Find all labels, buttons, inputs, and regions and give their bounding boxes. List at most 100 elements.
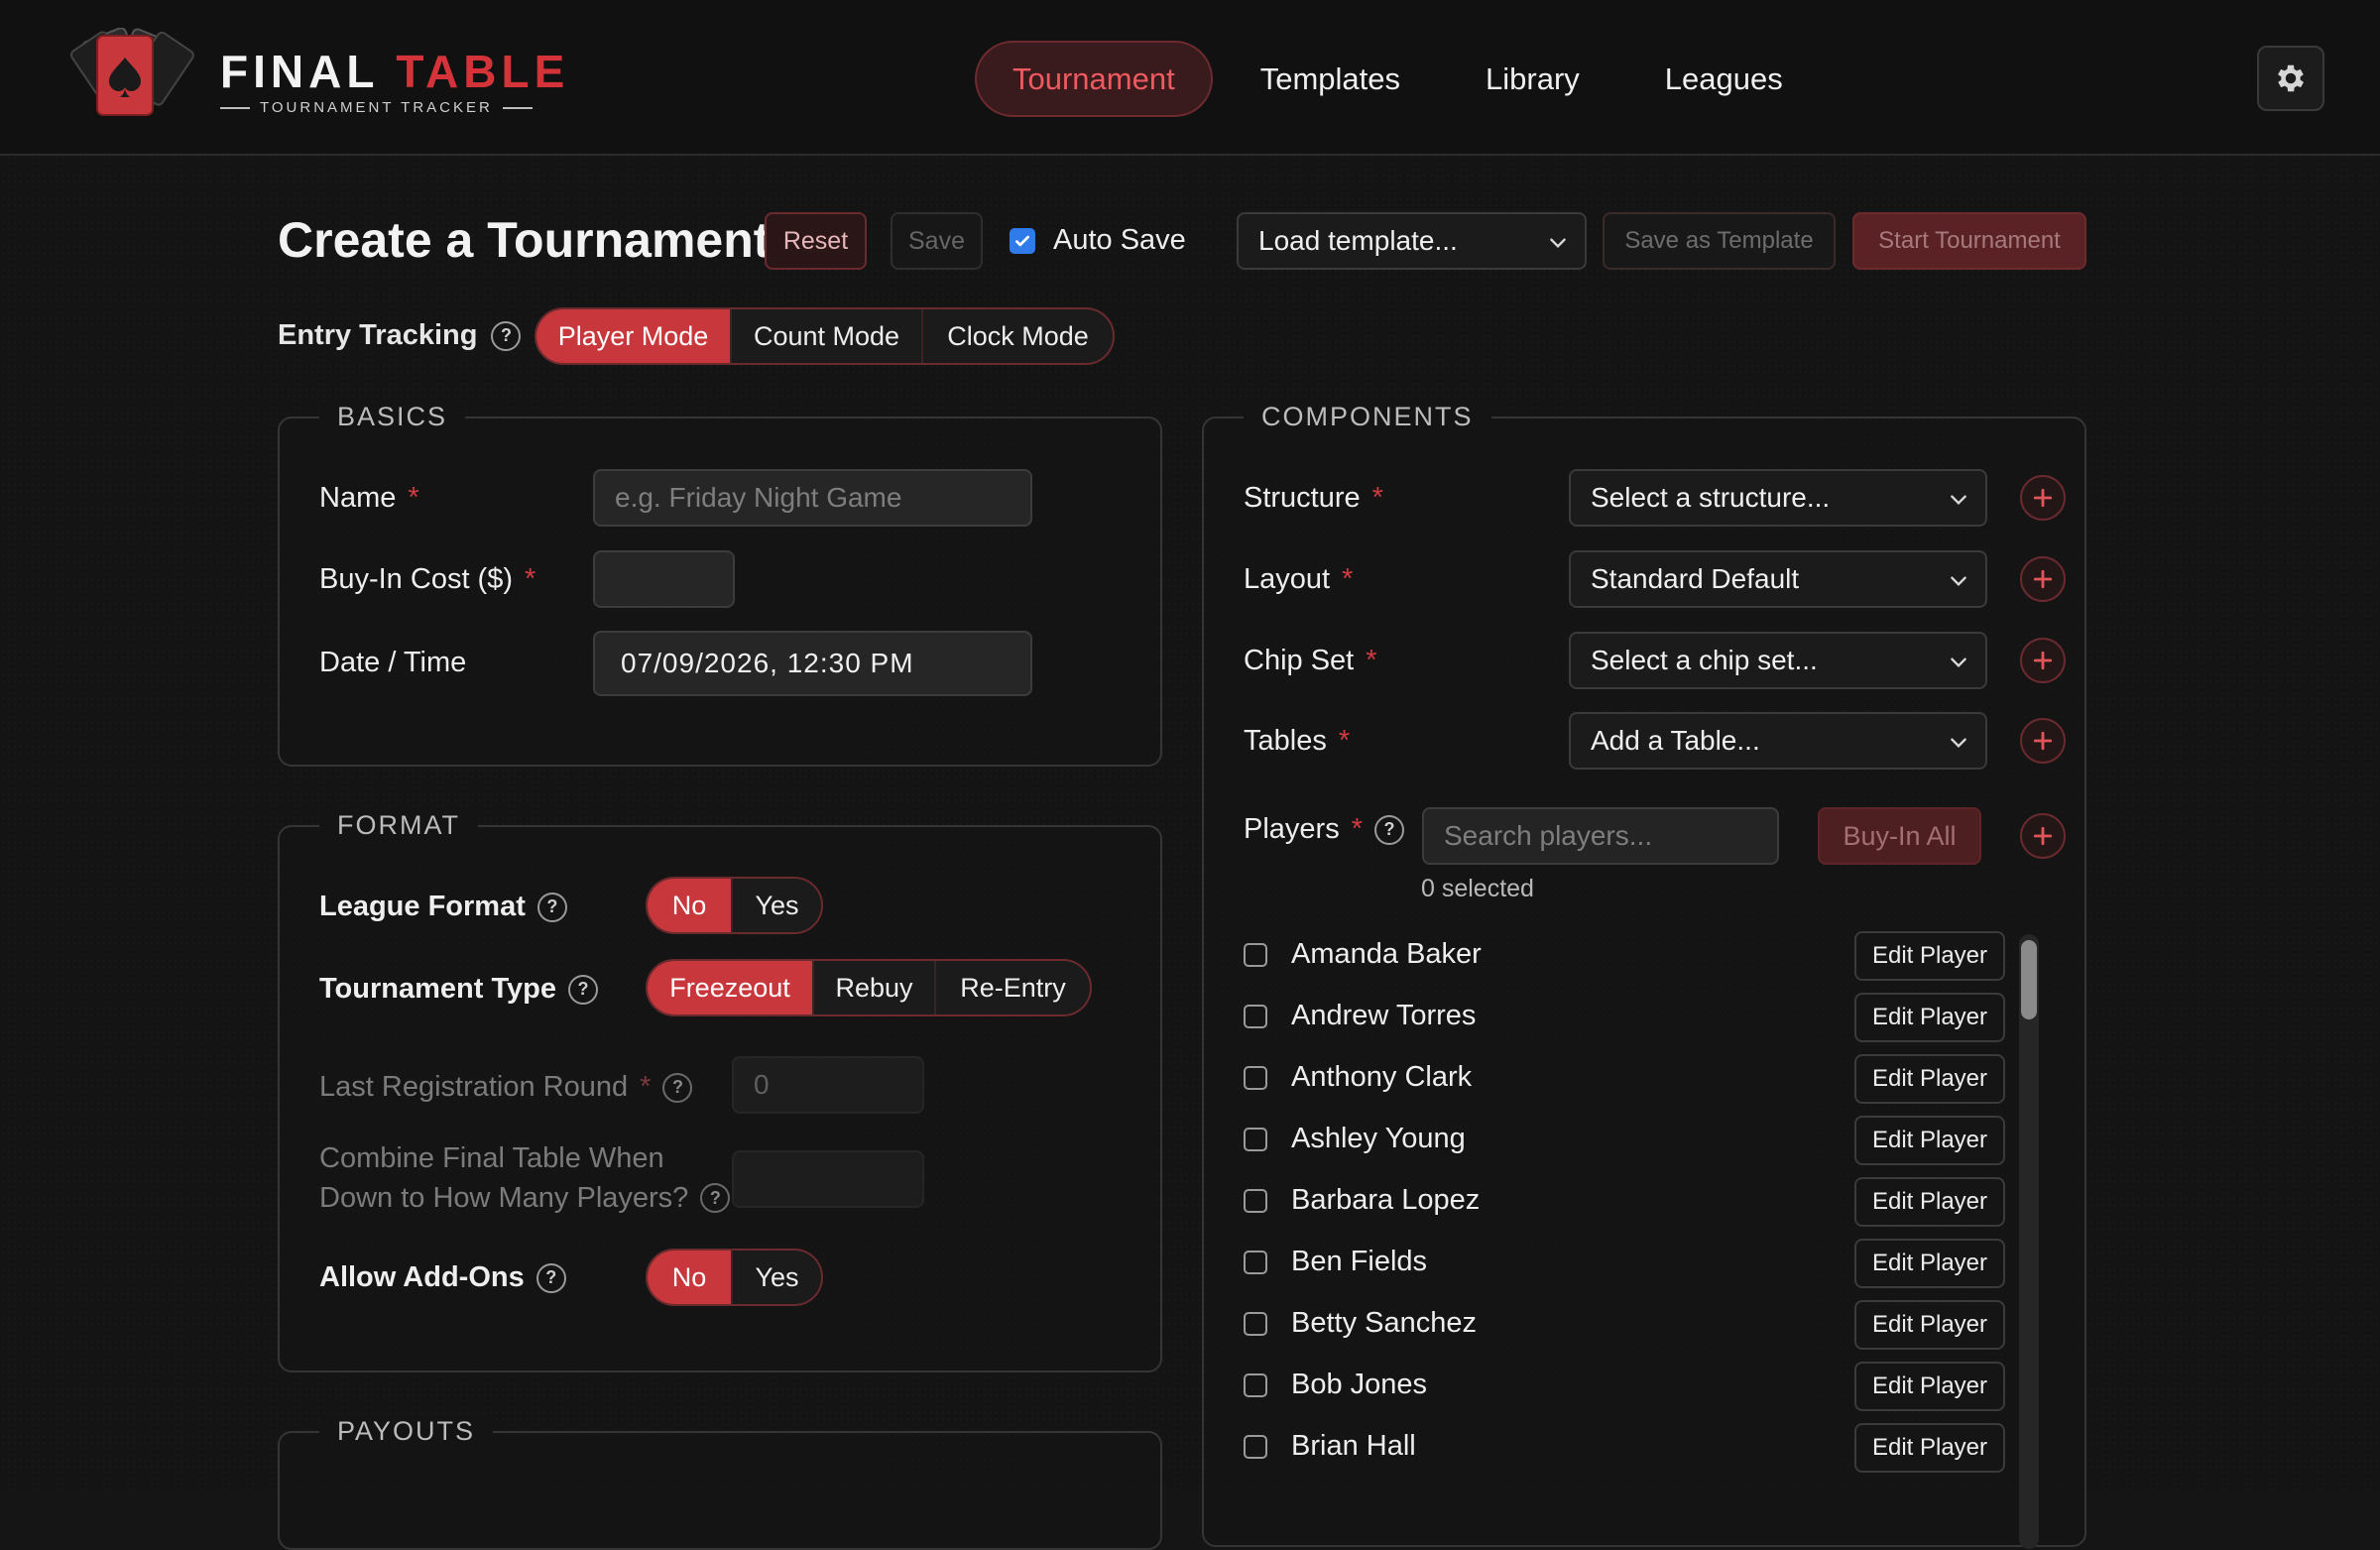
plus-icon	[2033, 731, 2053, 751]
autosave-checkbox[interactable]	[1010, 227, 1035, 254]
chevron-down-icon	[1951, 738, 1966, 749]
player-name: Andrew Torres	[1291, 1000, 1477, 1031]
basics-legend: BASICS	[319, 402, 466, 432]
player-name: Amanda Baker	[1291, 938, 1482, 970]
nav-leagues[interactable]: Leagues	[1627, 41, 1821, 117]
player-list-scrollbar[interactable]	[2019, 934, 2039, 1549]
edit-player-button[interactable]: Edit Player	[1854, 931, 2005, 981]
buyin-cost-label: Buy-In Cost ($) *	[319, 563, 536, 595]
player-checkbox[interactable]	[1244, 1066, 1267, 1090]
player-mode-option[interactable]: Player Mode	[536, 309, 732, 363]
autosave-toggle[interactable]: Auto Save	[1010, 224, 1186, 257]
edit-player-button[interactable]: Edit Player	[1854, 1177, 2005, 1227]
edit-player-button[interactable]: Edit Player	[1854, 1300, 2005, 1350]
player-search-input[interactable]: Search players...	[1422, 807, 1779, 865]
chevron-down-icon	[1951, 576, 1966, 587]
league-yes-option[interactable]: Yes	[733, 879, 821, 932]
reset-button[interactable]: Reset	[765, 212, 867, 270]
selected-count: 0 selected	[1421, 875, 1534, 902]
player-checkbox[interactable]	[1244, 1435, 1267, 1459]
list-item: Barbara Lopez Edit Player	[1244, 1175, 2037, 1237]
components-legend: COMPONENTS	[1244, 402, 1491, 432]
help-icon[interactable]: ?	[700, 1183, 731, 1213]
player-checkbox[interactable]	[1244, 1373, 1267, 1397]
help-icon[interactable]: ?	[662, 1072, 693, 1103]
count-mode-option[interactable]: Count Mode	[732, 309, 923, 363]
datetime-label: Date / Time	[319, 647, 467, 678]
league-format-label: League Format?	[319, 891, 567, 923]
nav-library[interactable]: Library	[1448, 41, 1617, 117]
combine-final-table-input[interactable]	[732, 1150, 924, 1208]
add-layout-button[interactable]	[2020, 556, 2066, 602]
tables-label: Tables *	[1244, 725, 1351, 757]
buyin-cost-input[interactable]	[593, 550, 735, 608]
load-template-select[interactable]: Load template...	[1237, 212, 1587, 270]
payouts-section: PAYOUTS	[278, 1416, 1162, 1550]
help-icon[interactable]: ?	[536, 1262, 566, 1293]
buyin-all-button[interactable]: Buy-In All	[1818, 807, 1981, 865]
list-item: Amanda Baker Edit Player	[1244, 929, 2037, 991]
layout-select[interactable]: Standard Default	[1569, 550, 1987, 608]
app-logo[interactable]: FINAL TABLE TOURNAMENT TRACKER	[40, 28, 564, 127]
chipset-select[interactable]: Select a chip set...	[1569, 632, 1987, 689]
player-checkbox[interactable]	[1244, 1189, 1267, 1213]
last-registration-label: Last Registration Round *?	[319, 1071, 693, 1104]
nav-tournament[interactable]: Tournament	[975, 41, 1213, 117]
logo-title: FINAL TABLE	[220, 46, 570, 97]
add-chipset-button[interactable]	[2020, 638, 2066, 683]
last-registration-input[interactable]: 0	[732, 1056, 924, 1114]
help-icon[interactable]: ?	[491, 320, 522, 351]
player-checkbox[interactable]	[1244, 943, 1267, 967]
add-structure-button[interactable]	[2020, 475, 2066, 521]
help-icon[interactable]: ?	[1374, 814, 1404, 845]
structure-select[interactable]: Select a structure...	[1569, 469, 1987, 527]
page-title: Create a Tournament	[278, 212, 771, 268]
freezeout-option[interactable]: Freezeout	[648, 961, 814, 1014]
main-nav: Tournament Templates Library Leagues	[975, 41, 1831, 117]
player-checkbox[interactable]	[1244, 1128, 1267, 1151]
player-name: Barbara Lopez	[1291, 1184, 1481, 1216]
clock-mode-option[interactable]: Clock Mode	[923, 309, 1113, 363]
structure-label: Structure *	[1244, 482, 1383, 514]
save-button[interactable]: Save	[891, 212, 983, 270]
league-no-option[interactable]: No	[648, 879, 733, 932]
playing-cards-icon	[69, 28, 194, 116]
player-list-scroll-thumb[interactable]	[2021, 940, 2037, 1019]
edit-player-button[interactable]: Edit Player	[1854, 1054, 2005, 1104]
edit-player-button[interactable]: Edit Player	[1854, 1423, 2005, 1473]
chevron-down-icon	[1550, 238, 1566, 249]
help-icon[interactable]: ?	[568, 974, 598, 1005]
entry-tracking-label: Entry Tracking ?	[278, 319, 522, 352]
list-item: Andrew Torres Edit Player	[1244, 991, 2037, 1052]
layout-label: Layout *	[1244, 563, 1354, 595]
basics-section: BASICS Name * e.g. Friday Night Game Buy-…	[278, 402, 1162, 767]
settings-button[interactable]	[2257, 46, 2324, 111]
edit-player-button[interactable]: Edit Player	[1854, 1239, 2005, 1288]
player-checkbox[interactable]	[1244, 1005, 1267, 1028]
nav-templates[interactable]: Templates	[1223, 41, 1438, 117]
league-format-toggle: No Yes	[646, 877, 823, 934]
add-player-button[interactable]	[2020, 813, 2066, 859]
combine-final-table-label: Combine Final Table When Down to How Man…	[319, 1138, 731, 1218]
reentry-option[interactable]: Re-Entry	[936, 961, 1090, 1014]
edit-player-button[interactable]: Edit Player	[1854, 1362, 2005, 1411]
add-table-button[interactable]	[2020, 718, 2066, 764]
list-item: Brian Hall Edit Player	[1244, 1421, 2037, 1483]
player-checkbox[interactable]	[1244, 1312, 1267, 1336]
logo-subtitle: TOURNAMENT TRACKER	[220, 99, 569, 116]
addons-yes-option[interactable]: Yes	[733, 1251, 821, 1304]
tables-select[interactable]: Add a Table...	[1569, 712, 1987, 770]
help-icon[interactable]: ?	[536, 892, 567, 922]
datetime-input[interactable]: 07/09/2026, 12:30 PM	[593, 631, 1032, 696]
addons-no-option[interactable]: No	[648, 1251, 733, 1304]
rebuy-option[interactable]: Rebuy	[814, 961, 936, 1014]
save-as-template-button[interactable]: Save as Template	[1603, 212, 1836, 270]
edit-player-button[interactable]: Edit Player	[1854, 1116, 2005, 1165]
players-label: Players *?	[1244, 813, 1404, 846]
start-tournament-button[interactable]: Start Tournament	[1852, 212, 2086, 270]
player-checkbox[interactable]	[1244, 1251, 1267, 1274]
name-input[interactable]: e.g. Friday Night Game	[593, 469, 1032, 527]
chipset-label: Chip Set *	[1244, 645, 1377, 676]
edit-player-button[interactable]: Edit Player	[1854, 993, 2005, 1042]
load-template-value: Load template...	[1258, 225, 1458, 256]
